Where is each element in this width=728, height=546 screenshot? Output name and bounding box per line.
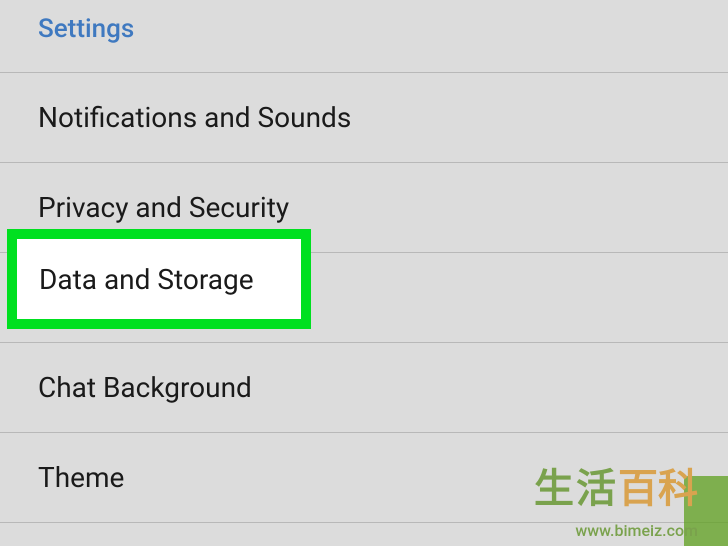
watermark-text-1: 生活 xyxy=(534,456,618,514)
watermark-url: www.bimeiz.com xyxy=(575,521,698,540)
settings-item-label: Theme xyxy=(38,461,124,494)
highlight-label: Data and Storage xyxy=(39,263,254,296)
settings-item-notifications[interactable]: Notifications and Sounds xyxy=(0,72,728,162)
watermark-logo: 生活 百科 xyxy=(534,456,698,514)
highlight-box: Data and Storage xyxy=(7,229,311,329)
settings-item-label: Chat Background xyxy=(38,371,252,404)
settings-item-chat-background[interactable]: Chat Background xyxy=(0,342,728,432)
settings-item-label: Privacy and Security xyxy=(38,191,289,224)
watermark: 生活 百科 www.bimeiz.com xyxy=(478,456,728,546)
watermark-text-2: 百科 xyxy=(618,456,698,514)
settings-item-label: Notifications and Sounds xyxy=(38,101,351,134)
section-header: Settings xyxy=(0,0,728,72)
